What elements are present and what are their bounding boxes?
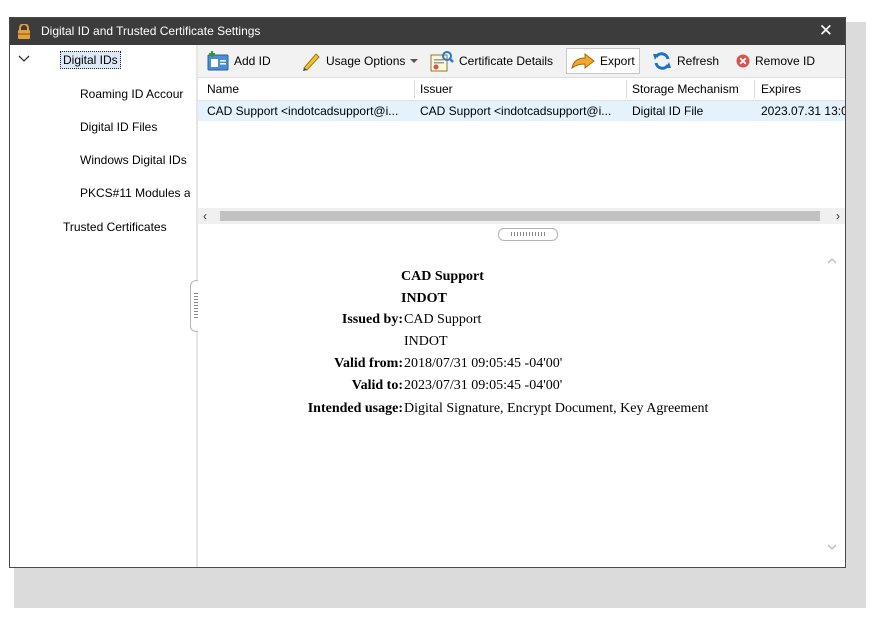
horizontal-scrollbar[interactable]: ‹ ›	[198, 208, 845, 224]
column-header-name[interactable]: Name	[207, 82, 407, 96]
lock-icon	[18, 24, 30, 39]
column-header-expires[interactable]: Expires	[761, 82, 845, 96]
pencil-icon	[303, 53, 320, 71]
issued-by-name: CAD Support	[404, 312, 482, 327]
sidebar-item-trusted-certificates[interactable]: Trusted Certificates	[63, 220, 167, 234]
usage-options-label: Usage Options	[326, 54, 406, 68]
certificate-details-button[interactable]: Certificate Details	[430, 51, 554, 72]
add-id-icon	[207, 51, 229, 71]
table-header: Name Issuer Storage Mechanism Expires	[198, 78, 845, 101]
scroll-right-icon[interactable]: ›	[836, 208, 840, 224]
title-bar[interactable]: Digital ID and Trusted Certificate Setti…	[10, 18, 845, 45]
remove-id-label: Remove ID	[755, 54, 816, 68]
add-id-label: Add ID	[234, 54, 271, 68]
sidebar-item-digital-ids[interactable]: Digital IDs	[60, 51, 121, 69]
cell-storage-mechanism: Digital ID File	[632, 104, 704, 118]
sidebar-item-roaming-id-accounts[interactable]: Roaming ID Accour	[80, 87, 188, 101]
scrollbar-thumb[interactable]	[220, 211, 820, 221]
pane-resize-grip[interactable]	[498, 228, 558, 241]
refresh-icon	[653, 52, 671, 70]
subject-organization: INDOT	[401, 291, 447, 306]
certificate-icon	[430, 51, 454, 72]
main-panel: Add ID Usage Options Certificate Details…	[198, 45, 845, 567]
cell-issuer: CAD Support <indotcadsupport@i...	[420, 104, 612, 118]
cell-expires: 2023.07.31 13:0	[761, 104, 845, 118]
export-button[interactable]: Export	[566, 48, 640, 74]
column-header-issuer[interactable]: Issuer	[420, 82, 620, 96]
issued-by-organization: INDOT	[404, 334, 448, 349]
issued-by-label: Issued by:	[341, 312, 403, 327]
remove-icon	[736, 54, 750, 68]
sidebar-item-pkcs11-modules[interactable]: PKCS#11 Modules a	[80, 186, 190, 200]
scroll-down-icon[interactable]	[827, 544, 837, 551]
export-arrow-icon	[571, 52, 595, 70]
chevron-down-icon[interactable]	[18, 55, 30, 63]
valid-to-value: 2023/07/31 09:05:45 -04'00'	[404, 378, 563, 393]
refresh-button[interactable]: Refresh	[652, 51, 719, 71]
cell-name: CAD Support <indotcadsupport@i...	[207, 104, 399, 118]
valid-from-value: 2018/07/31 09:05:45 -04'00'	[404, 356, 563, 371]
toolbar: Add ID Usage Options Certificate Details…	[198, 45, 845, 78]
add-id-button[interactable]: Add ID	[207, 51, 271, 71]
settings-dialog: Digital ID and Trusted Certificate Setti…	[9, 17, 846, 568]
usage-options-dropdown[interactable]: Usage Options	[301, 51, 419, 71]
scroll-up-icon[interactable]	[827, 257, 837, 264]
subject-name: CAD Support	[401, 269, 484, 284]
table-row[interactable]: CAD Support <indotcadsupport@i... CAD Su…	[198, 101, 845, 121]
scroll-left-icon[interactable]: ‹	[203, 208, 207, 224]
intended-usage-label: Intended usage:	[307, 401, 403, 416]
digital-id-table: Name Issuer Storage Mechanism Expires CA…	[198, 78, 845, 228]
sidebar-tree: Digital IDs Roaming ID Accour Digital ID…	[10, 45, 196, 567]
intended-usage-value: Digital Signature, Encrypt Document, Key…	[404, 401, 709, 416]
export-label: Export	[600, 54, 635, 68]
refresh-label: Refresh	[677, 54, 720, 68]
caret-down-icon	[410, 59, 419, 63]
sidebar-item-windows-digital-ids[interactable]: Windows Digital IDs	[80, 153, 194, 167]
window-title: Digital ID and Trusted Certificate Setti…	[41, 24, 261, 38]
sidebar-item-digital-id-files[interactable]: Digital ID Files	[80, 120, 157, 134]
valid-to-label: Valid to:	[351, 378, 403, 393]
column-header-storage-mechanism[interactable]: Storage Mechanism	[632, 82, 752, 96]
close-icon[interactable]: ✕	[819, 21, 833, 41]
remove-id-button[interactable]: Remove ID	[736, 51, 815, 71]
valid-from-label: Valid from:	[334, 356, 403, 371]
certificate-details-label: Certificate Details	[459, 54, 554, 68]
certificate-details-pane: CAD Support INDOT Issued by: CAD Support…	[198, 241, 845, 567]
